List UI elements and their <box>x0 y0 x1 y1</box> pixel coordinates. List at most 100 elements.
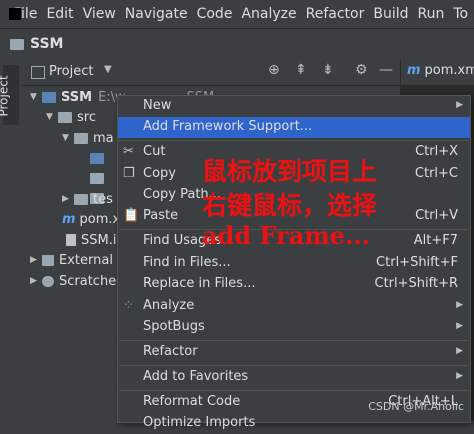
tree-node-iml[interactable]: SSM.i <box>66 230 116 250</box>
chevron-down-icon[interactable]: ▼ <box>46 112 58 122</box>
editor-tab-pom[interactable]: m pom.xm <box>407 63 474 78</box>
scratches-icon <box>42 275 54 287</box>
paste-icon: 📋 <box>123 208 140 223</box>
tree-node-external-libraries[interactable]: ▶ External <box>30 250 113 270</box>
tree-node-main[interactable]: ▼ ma <box>62 128 114 148</box>
context-menu: New ▶ Add Framework Support... ✂ Cut Ctr… <box>117 95 471 430</box>
menu-item-spotbugs[interactable]: SpotBugs ▶ <box>118 317 470 338</box>
menu-item-label: Replace in Files... <box>143 276 256 291</box>
editor-tab-bar: m pom.xm <box>400 59 474 86</box>
menu-item-label: Optimize Imports <box>143 415 256 430</box>
tree-node-test[interactable]: ▶ tes <box>62 189 113 209</box>
chevron-right-icon[interactable]: ▶ <box>30 255 42 265</box>
tree-label-external: External <box>59 252 113 268</box>
menu-item-label: Add to Favorites <box>143 369 249 384</box>
menu-item-label: SpotBugs <box>143 319 205 334</box>
chevron-down-icon[interactable]: ▼ <box>62 133 74 143</box>
chevron-right-icon: ▶ <box>456 321 463 331</box>
menu-run[interactable]: Run <box>418 6 445 22</box>
tree-label-test: tes <box>93 191 113 207</box>
menu-view[interactable]: View <box>83 6 116 22</box>
project-view-selector[interactable]: Project <box>49 64 93 79</box>
annotation-line-1: 鼠标放到项目上 <box>202 157 378 186</box>
menu-analyze[interactable]: Analyze <box>241 6 296 22</box>
hide-icon[interactable]: — <box>379 62 393 78</box>
menu-item-add-to-favorites[interactable]: Add to Favorites ▶ <box>118 367 470 388</box>
tree-node-resources[interactable] <box>90 168 109 188</box>
menu-item-new[interactable]: New ▶ <box>118 96 470 117</box>
menu-edit[interactable]: Edit <box>46 6 73 22</box>
project-tool-tab[interactable]: Project <box>0 65 19 125</box>
chevron-right-icon[interactable]: ▶ <box>30 276 42 286</box>
annotation-line-3: add Frame... <box>202 221 371 250</box>
menu-item-optimize-imports[interactable]: Optimize Imports <box>118 413 470 434</box>
menu-item-refactor[interactable]: Refactor ▶ <box>118 342 470 363</box>
tree-label-scratches: Scratche <box>59 273 117 289</box>
gear-icon[interactable]: ⚙ <box>355 62 368 78</box>
folder-icon <box>10 38 24 50</box>
folder-icon <box>58 111 72 123</box>
menu-item-shortcut: Ctrl+X <box>415 144 458 159</box>
menu-navigate[interactable]: Navigate <box>125 6 188 22</box>
menu-item-add-framework-support[interactable]: Add Framework Support... <box>118 117 470 138</box>
tree-node-pom[interactable]: m pom.x <box>62 209 120 229</box>
menu-item-label: Refactor <box>143 344 198 359</box>
menu-item-shortcut: Ctrl+V <box>415 208 458 223</box>
menu-item-label: Reformat Code <box>143 394 241 409</box>
menu-separator <box>119 365 469 366</box>
tree-node-scratches[interactable]: ▶ Scratche <box>30 271 116 291</box>
tree-label-pom: pom.x <box>79 211 121 227</box>
menu-item-shortcut: Ctrl+Shift+R <box>374 276 459 291</box>
menu-separator <box>119 340 469 341</box>
root-name: SSM <box>61 89 93 105</box>
menu-item-replace-in-files[interactable]: Replace in Files... Ctrl+Shift+R <box>118 274 470 295</box>
menu-separator <box>119 390 469 391</box>
menu-item-analyze[interactable]: ⁘ Analyze ▶ <box>118 296 470 317</box>
annotation-line-2: 右键鼠标，选择 <box>202 191 378 220</box>
menu-item-find-in-files[interactable]: Find in Files... Ctrl+Shift+F <box>118 253 470 274</box>
file-icon <box>66 234 76 246</box>
editor-tab-label: pom.xm <box>424 63 474 78</box>
maven-icon: m <box>62 211 76 227</box>
menu-build[interactable]: Build <box>373 6 408 22</box>
chevron-right-icon[interactable]: ▶ <box>62 194 74 204</box>
expand-all-icon[interactable]: ⇞ <box>295 62 307 78</box>
project-view-icon <box>31 66 45 79</box>
project-tool-tab-label: Project <box>0 75 11 117</box>
tree-node-java[interactable] <box>90 148 109 168</box>
module-folder-icon <box>42 91 56 103</box>
tree-label-main: ma <box>93 130 114 146</box>
tree-label-src: src <box>77 109 96 125</box>
menu-item-label: Add Framework Support... <box>143 119 313 134</box>
menu-item-label: Cut <box>143 144 166 159</box>
menu-separator <box>119 140 469 141</box>
left-tool-strip: Project <box>0 59 23 421</box>
tree-label-iml: SSM.i <box>81 232 117 248</box>
menu-code[interactable]: Code <box>197 6 233 22</box>
watermark: CSDN @Mr.Aholic <box>368 400 464 413</box>
breadcrumb-project[interactable]: SSM <box>30 36 63 52</box>
menu-item-label: Paste <box>143 208 179 223</box>
source-folder-icon <box>90 152 104 164</box>
navigation-bar: SSM <box>0 28 474 60</box>
menu-item-shortcut: Ctrl+C <box>414 166 458 181</box>
menu-item-label: New <box>143 98 172 113</box>
copy-icon: ❐ <box>123 166 135 181</box>
folder-icon <box>74 193 88 205</box>
resources-folder-icon <box>90 172 104 184</box>
menu-item-label: Find in Files... <box>143 255 231 270</box>
collapse-all-icon[interactable]: ⇟ <box>322 62 334 78</box>
menu-tools[interactable]: To <box>453 6 468 22</box>
tree-node-src[interactable]: ▼ src <box>46 107 96 127</box>
chevron-down-icon[interactable]: ▼ <box>30 92 42 102</box>
project-toolwindow-header: Project ▼ ⊕ ⇞ ⇟ ⚙ — <box>22 59 400 86</box>
maven-icon: m <box>407 63 421 78</box>
menu-item-shortcut: Alt+F7 <box>413 233 458 248</box>
menu-item-label: Copy <box>143 166 176 181</box>
chevron-right-icon: ▶ <box>456 100 463 110</box>
menu-item-label: Analyze <box>143 298 195 313</box>
locate-icon[interactable]: ⊕ <box>268 62 280 78</box>
analyze-icon: ⁘ <box>123 298 134 313</box>
chevron-down-icon[interactable]: ▼ <box>104 64 112 75</box>
menu-refactor[interactable]: Refactor <box>306 6 365 22</box>
